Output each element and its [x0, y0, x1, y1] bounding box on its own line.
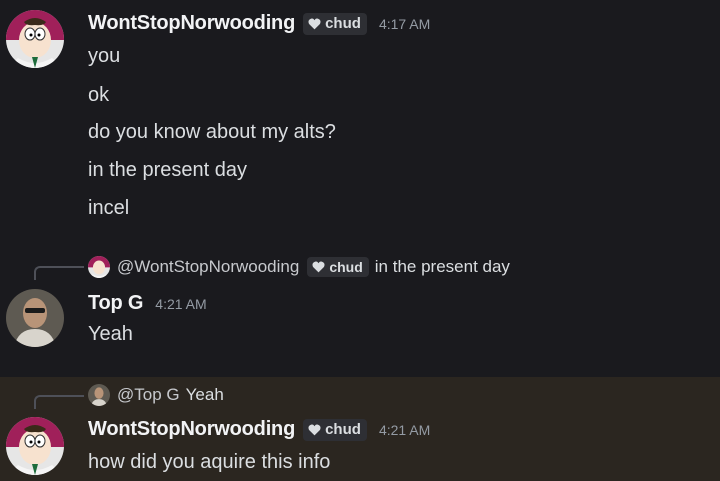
username[interactable]: WontStopNorwooding — [88, 12, 295, 35]
avatar[interactable] — [6, 289, 64, 347]
reply-text: Yeah — [185, 385, 224, 404]
role-tag-label: chud — [325, 15, 361, 32]
message-text: Yeah — [88, 323, 133, 345]
heart-icon — [312, 261, 325, 273]
reply-avatar — [88, 256, 110, 278]
peter-avatar-icon — [88, 256, 110, 278]
message-text: you — [88, 45, 121, 67]
reply-preview[interactable]: @WontStopNorwooding chud in the present … — [88, 256, 510, 278]
avatar[interactable] — [6, 10, 64, 68]
reply-preview[interactable]: @Top G Yeah — [88, 384, 224, 406]
role-tag-label: chud — [329, 259, 363, 275]
reply-avatar — [88, 384, 110, 406]
role-tag-label: chud — [325, 421, 361, 438]
timestamp[interactable]: 4:21 AM — [379, 422, 430, 438]
role-tag[interactable]: chud — [303, 12, 367, 35]
reply-connector — [34, 395, 84, 409]
reply-text: in the present day — [374, 257, 510, 276]
reply-connector — [34, 266, 84, 280]
username[interactable]: WontStopNorwooding — [88, 418, 295, 441]
role-tag[interactable]: chud — [303, 418, 367, 441]
topg-avatar-icon — [88, 384, 110, 406]
peter-avatar-icon — [6, 10, 64, 68]
message-text: do you know about my alts? — [88, 121, 336, 143]
timestamp[interactable]: 4:21 AM — [155, 296, 206, 312]
avatar[interactable] — [6, 417, 64, 475]
timestamp[interactable]: 4:17 AM — [379, 16, 430, 32]
topg-avatar-icon — [6, 289, 64, 347]
heart-icon — [308, 424, 321, 435]
role-tag: chud — [307, 257, 369, 277]
message-text: how did you aquire this info — [88, 451, 331, 473]
message-text: in the present day — [88, 159, 247, 181]
reply-mention[interactable]: @Top G — [117, 385, 180, 405]
message-text: ok — [88, 84, 110, 106]
reply-mention[interactable]: @WontStopNorwooding — [117, 257, 299, 277]
username[interactable]: Top G — [88, 292, 143, 315]
peter-avatar-icon — [6, 417, 64, 475]
message-text: incel — [88, 197, 130, 219]
heart-icon — [308, 18, 321, 29]
